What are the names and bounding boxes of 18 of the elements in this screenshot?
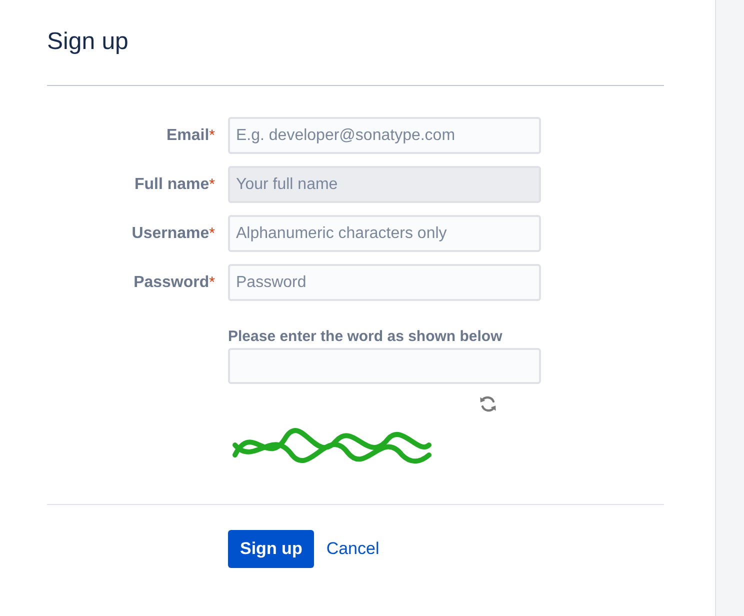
text-input[interactable]: Alphanumeric characters only bbox=[228, 215, 541, 252]
required-asterisk: * bbox=[209, 126, 215, 146]
sign-up-button[interactable]: Sign up bbox=[228, 530, 314, 568]
page-title: Sign up bbox=[47, 27, 128, 57]
cancel-link[interactable]: Cancel bbox=[326, 536, 380, 562]
field-label: Username bbox=[132, 224, 210, 244]
text-input[interactable]: E.g. developer@sonatype.com bbox=[228, 117, 541, 154]
required-asterisk: * bbox=[209, 224, 215, 244]
text-input[interactable]: Password bbox=[228, 264, 541, 301]
required-asterisk: * bbox=[209, 174, 215, 194]
field-label: Full name bbox=[134, 174, 210, 194]
field-label: Email bbox=[166, 126, 210, 146]
field-label: Password bbox=[134, 272, 210, 292]
captcha-label: Please enter the word as shown below bbox=[228, 327, 502, 347]
required-asterisk: * bbox=[209, 272, 215, 292]
text-input[interactable]: Your full name bbox=[228, 166, 541, 203]
captcha-input[interactable] bbox=[228, 348, 541, 384]
refresh-icon[interactable] bbox=[479, 395, 497, 413]
